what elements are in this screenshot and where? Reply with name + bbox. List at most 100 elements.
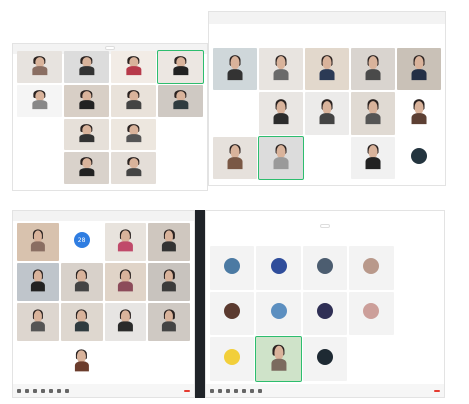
mute-button[interactable] [210, 388, 214, 393]
video-tile[interactable] [395, 291, 440, 336]
video-tile[interactable] [148, 223, 190, 261]
video-tile[interactable] [259, 92, 303, 135]
video-tile[interactable] [255, 336, 302, 382]
video-tile[interactable] [397, 92, 441, 135]
avatar: 28 [73, 232, 90, 249]
video-tile[interactable] [17, 84, 62, 117]
video-tile[interactable] [158, 118, 203, 151]
video-tile[interactable] [17, 51, 62, 83]
video-tile[interactable] [64, 118, 109, 151]
video-tile[interactable] [157, 50, 204, 84]
video-tile[interactable] [395, 246, 440, 290]
participants-button[interactable] [41, 388, 45, 393]
video-tile[interactable] [111, 118, 156, 151]
video-tile[interactable] [17, 118, 62, 151]
avatar [316, 303, 333, 320]
participants-button[interactable] [234, 388, 238, 393]
share-button[interactable] [33, 388, 37, 393]
video-tile[interactable] [213, 48, 257, 91]
video-tile[interactable] [305, 92, 349, 135]
video-tile[interactable] [351, 136, 395, 179]
video-tile[interactable] [17, 303, 59, 341]
video-tile[interactable] [349, 246, 394, 290]
video-tile[interactable] [64, 51, 109, 83]
video-tile[interactable] [259, 48, 303, 91]
share-button[interactable] [226, 388, 230, 393]
video-tile[interactable] [60, 343, 103, 381]
video-tile[interactable] [351, 48, 395, 91]
video-tile[interactable] [17, 152, 62, 184]
video-tile[interactable] [104, 223, 147, 261]
video-tile[interactable] [104, 303, 147, 341]
mute-button[interactable] [17, 388, 21, 393]
chat-icon [242, 388, 246, 393]
people-icon [41, 388, 45, 393]
video-tile[interactable] [302, 291, 348, 336]
more-icon [65, 388, 69, 393]
avatar [411, 147, 427, 164]
more-button[interactable] [258, 388, 262, 393]
video-tile[interactable] [111, 51, 156, 83]
video-tile[interactable] [213, 92, 257, 135]
video-tile[interactable] [302, 246, 348, 290]
video-tile[interactable] [148, 263, 190, 301]
video-tile[interactable] [397, 136, 441, 179]
window-title-bar [13, 211, 194, 221]
video-tile[interactable] [213, 136, 257, 179]
video-tile[interactable] [17, 223, 59, 261]
video-tile[interactable] [148, 343, 190, 381]
record-button[interactable] [250, 388, 254, 393]
video-tile[interactable] [111, 152, 156, 184]
video-tile[interactable] [210, 246, 255, 290]
more-button[interactable] [65, 388, 69, 393]
video-tile[interactable] [210, 291, 255, 336]
video-tile[interactable] [60, 303, 103, 341]
video-tile[interactable] [351, 92, 395, 135]
avatar [224, 348, 241, 365]
meeting-banner [105, 46, 115, 50]
avatar [316, 257, 333, 274]
video-button[interactable] [25, 388, 29, 393]
video-tile[interactable] [111, 84, 156, 117]
video-tile[interactable] [302, 337, 348, 381]
window-title-bar [209, 12, 445, 24]
meeting-banner [320, 224, 330, 228]
video-tile[interactable] [158, 84, 203, 117]
video-tile[interactable] [210, 337, 255, 381]
window-title-bar [206, 211, 444, 223]
video-tile[interactable] [397, 48, 441, 91]
share-icon [33, 388, 37, 393]
video-tile[interactable] [104, 263, 147, 301]
video-tile[interactable] [395, 337, 440, 381]
camera-icon [218, 388, 222, 393]
video-tile[interactable] [104, 343, 147, 381]
video-tile[interactable] [148, 303, 190, 341]
chat-button[interactable] [242, 388, 246, 393]
video-tile[interactable] [305, 136, 349, 179]
chat-button[interactable] [49, 388, 53, 393]
video-tile[interactable] [349, 291, 394, 336]
video-tile[interactable] [256, 291, 301, 336]
video-tile[interactable] [17, 263, 59, 301]
avatar [363, 303, 380, 320]
video-tile[interactable] [17, 343, 59, 381]
more-icon [258, 388, 262, 393]
video-button[interactable] [218, 388, 222, 393]
video-tile[interactable] [158, 152, 203, 184]
video-tile[interactable] [64, 84, 109, 117]
leave-button[interactable] [434, 389, 440, 392]
avatar [270, 303, 287, 320]
video-tile[interactable]: 28 [60, 223, 103, 261]
meeting-window-bottom-left: 28 [12, 210, 195, 398]
record-button[interactable] [57, 388, 61, 393]
video-tile[interactable] [60, 263, 103, 301]
avatar [224, 257, 241, 274]
avatar [316, 348, 333, 365]
video-tile[interactable] [64, 152, 109, 184]
leave-button[interactable] [184, 389, 190, 392]
video-tile[interactable] [349, 337, 394, 381]
video-tile[interactable] [256, 246, 301, 290]
video-tile[interactable] [258, 135, 304, 180]
video-tile[interactable] [305, 48, 349, 91]
meeting-toolbar [13, 384, 194, 397]
